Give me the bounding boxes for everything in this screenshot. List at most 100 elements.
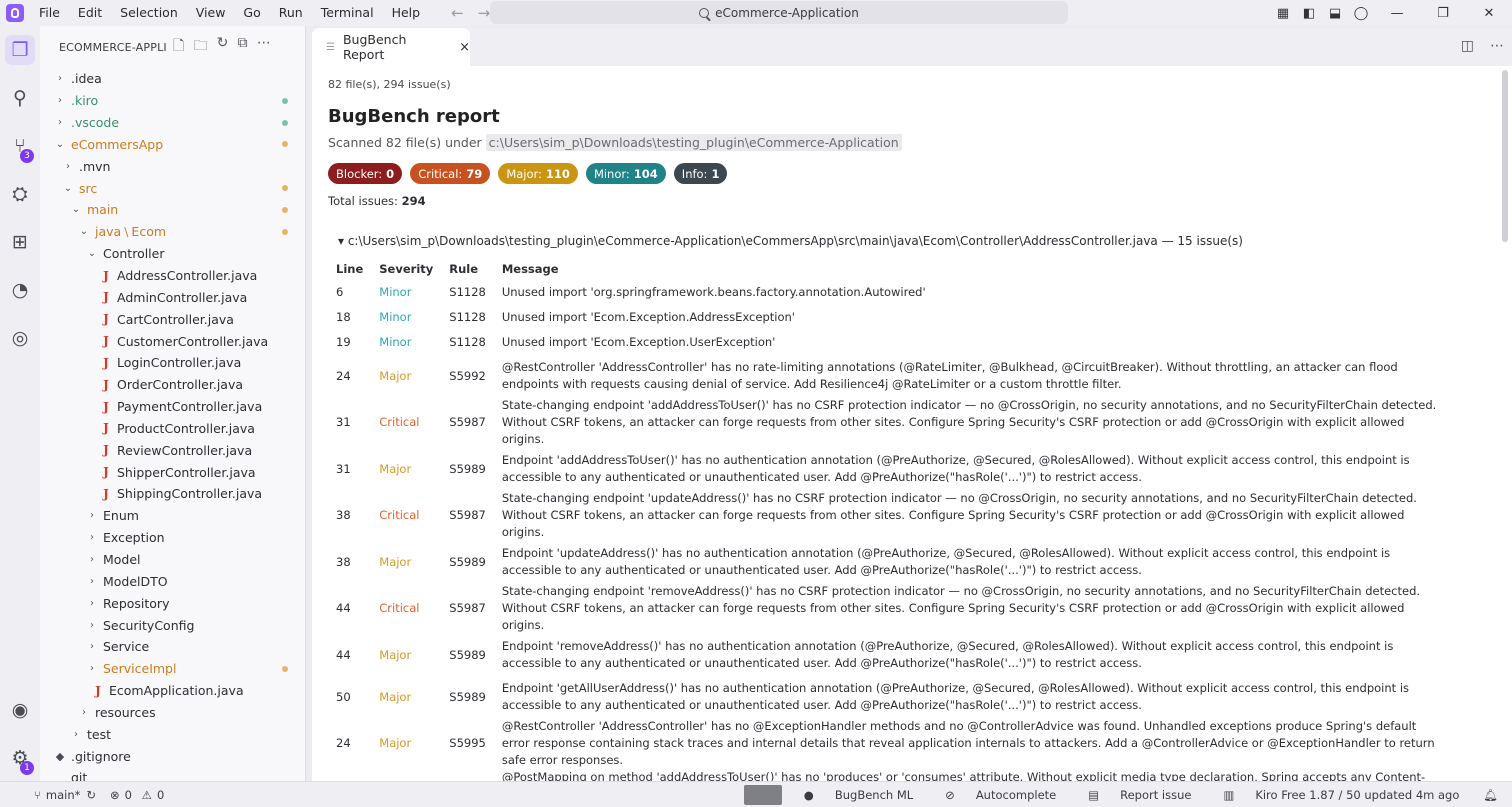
issue-rule: S5989: [449, 647, 486, 662]
tree-item[interactable]: ›. idea: [40, 68, 305, 90]
tree-item[interactable]: J EcomApplication.java: [40, 680, 305, 702]
tree-item[interactable]: J ShippingController.java: [40, 483, 305, 505]
table-row[interactable]: 50 Major S5989 Endpoint 'getAllUserAddress(…: [328, 676, 1448, 718]
report-issue-status[interactable]: ▤ Report issue: [1072, 788, 1207, 802]
layout-icon[interactable]: ▦: [1270, 0, 1296, 26]
menu-file[interactable]: File: [30, 0, 69, 26]
scrollbar[interactable]: [1502, 70, 1508, 242]
tree-item[interactable]: › Model: [40, 549, 305, 571]
sync-icon[interactable]: ↻: [86, 788, 96, 802]
table-row[interactable]: 38 Critical S5987 State-changing endpoint '…: [328, 490, 1448, 541]
branch-item[interactable]: ⑂ main*: [34, 788, 80, 802]
settings-badge: 1: [20, 761, 34, 775]
tree-item[interactable]: ⌄ eCommersApp: [40, 134, 305, 156]
table-row[interactable]: 38 Major S5989 Endpoint 'updateAddress()' h…: [328, 541, 1448, 583]
issue-message: Endpoint 'getAllUserAddress()' has no au…: [501, 681, 1410, 712]
menu-edit[interactable]: Edit: [69, 0, 111, 26]
tree-item[interactable]: J LoginController.java: [40, 352, 305, 374]
tree-item[interactable]: ◆ .gitignore: [40, 745, 305, 767]
collapse-all-icon[interactable]: ⧉: [238, 35, 248, 59]
menu-selection[interactable]: Selection: [111, 0, 187, 26]
tree-item[interactable]: › Repository: [40, 592, 305, 614]
tree-item[interactable]: › .kiro: [40, 90, 305, 112]
tree-item[interactable]: › Enum: [40, 505, 305, 527]
bugbench-status[interactable]: ● BugBench ML: [788, 788, 929, 802]
toggle-sidebar-icon[interactable]: ◧: [1296, 0, 1322, 26]
menu-view[interactable]: View: [187, 0, 235, 26]
tree-item[interactable]: ⌄ Controller: [40, 243, 305, 265]
table-row[interactable]: 6 Minor S1128 Unused import 'org.springfram…: [328, 280, 1448, 305]
notifications-icon[interactable]: 🔔︎: [1475, 788, 1506, 802]
table-row[interactable]: 31 Major S5989 Endpoint 'addAddressToUser()…: [328, 448, 1448, 490]
tree-item[interactable]: › resources: [40, 701, 305, 723]
minimize-button[interactable]: —: [1374, 0, 1420, 26]
tree-item[interactable]: ⌄ main: [40, 199, 305, 221]
tree-item[interactable]: J ProductController.java: [40, 418, 305, 440]
table-row[interactable]: 31 Critical S5987 State-changing endpoint '…: [328, 397, 1448, 448]
extensions-activity[interactable]: ⊞: [0, 218, 40, 266]
tree-item[interactable]: ⌄ src: [40, 177, 305, 199]
tree-item[interactable]: › .vscode: [40, 112, 305, 134]
scm-badge: 3: [20, 149, 34, 163]
accounts-activity[interactable]: ◉: [0, 686, 40, 734]
command-center-search[interactable]: eCommerce-Application: [490, 1, 1068, 24]
kiro-usage-status[interactable]: ▥ Kiro Free 1.87 / 50 updated 4m ago: [1207, 788, 1475, 802]
tree-item[interactable]: › Service: [40, 636, 305, 658]
tree-item[interactable]: J AddressController.java: [40, 265, 305, 287]
tree-item[interactable]: J PaymentController.java: [40, 396, 305, 418]
tree-item[interactable]: J CustomerController.java: [40, 330, 305, 352]
tree-item[interactable]: › .mvn: [40, 155, 305, 177]
autocomplete-status[interactable]: ⊘ Autocomplete: [929, 788, 1072, 802]
tree-item-label: AddressController.java: [117, 268, 258, 284]
tree-item-label: Controller: [103, 246, 165, 262]
more-actions-icon[interactable]: ⋯: [1490, 38, 1504, 54]
tree-item[interactable]: › test: [40, 723, 305, 745]
more-actions-icon[interactable]: ⋯: [257, 35, 271, 59]
menu-terminal[interactable]: Terminal: [312, 0, 383, 26]
menu-help[interactable]: Help: [383, 0, 430, 26]
source-control-activity[interactable]: ⑂ 3: [0, 122, 40, 170]
table-row[interactable]: 44 Critical S5987 State-changing endpoint '…: [328, 583, 1448, 634]
tree-item[interactable]: › ServiceImpl: [40, 658, 305, 680]
close-tab-icon[interactable]: ×: [459, 40, 470, 55]
menu-run[interactable]: Run: [270, 0, 312, 26]
tree-item[interactable]: J ShipperController.java: [40, 461, 305, 483]
table-row[interactable]: 19 Minor S1128 Unused import 'Ecom.Exceptio…: [328, 330, 1448, 355]
new-folder-icon[interactable]: 🗀: [193, 35, 207, 59]
preview-icon: ☰: [326, 41, 335, 53]
close-window-button[interactable]: ✕: [1466, 0, 1512, 26]
back-arrow-icon[interactable]: ←: [451, 4, 464, 22]
report-icon: ▤: [1088, 788, 1100, 802]
explorer-activity[interactable]: ❐: [0, 26, 40, 74]
refresh-icon[interactable]: ↻: [217, 35, 229, 59]
table-row[interactable]: 24 Major S5992 @RestController 'AddressCont…: [328, 355, 1448, 397]
restore-button[interactable]: ❐: [1420, 0, 1466, 26]
tree-item[interactable]: ⌄ java \ Ecom: [40, 221, 305, 243]
problems-item[interactable]: ⊗ 0 ⚠ 0: [110, 788, 164, 802]
split-editor-icon[interactable]: ◫: [1461, 38, 1474, 54]
chevron-right-icon: ›: [74, 728, 78, 740]
tree-item[interactable]: J OrderController.java: [40, 374, 305, 396]
manage-activity[interactable]: ⚙ 1: [0, 734, 40, 782]
table-row[interactable]: 18 Minor S1128 Unused import 'Ecom.Exceptio…: [328, 305, 1448, 330]
table-row[interactable]: 31MinorS5998 @PostMapping on method 'addA…: [328, 769, 1448, 781]
chat-icon[interactable]: ◯: [1348, 0, 1374, 26]
tree-item[interactable]: › Exception: [40, 527, 305, 549]
tree-item[interactable]: J CartController.java: [40, 308, 305, 330]
tab-bugbench-report[interactable]: ☰ BugBench Report ×: [312, 28, 470, 66]
menu-go[interactable]: Go: [234, 0, 269, 26]
forward-arrow-icon[interactable]: →: [478, 4, 491, 22]
toggle-panel-icon[interactable]: ⬓: [1322, 0, 1348, 26]
tree-item[interactable]: J AdminController.java: [40, 286, 305, 308]
bugbench-activity[interactable]: ◎: [0, 314, 40, 362]
kiro-activity[interactable]: ◔: [0, 266, 40, 314]
tree-item[interactable]: › ModelDTO: [40, 570, 305, 592]
table-row[interactable]: 24 Major S5995 @RestController 'AddressCont…: [328, 718, 1448, 769]
tree-item[interactable]: J ReviewController.java: [40, 439, 305, 461]
table-row[interactable]: 44 Major S5989 Endpoint 'removeAddress()' h…: [328, 634, 1448, 676]
new-file-icon[interactable]: 🗋: [173, 35, 184, 59]
run-debug-activity[interactable]: ⛭: [0, 170, 40, 218]
tree-item[interactable]: › SecurityConfig: [40, 614, 305, 636]
search-activity[interactable]: ⚲: [0, 74, 40, 122]
file-group-header[interactable]: ▾ c:\Users\sim_p\Downloads\testing_plugi…: [338, 234, 1243, 248]
